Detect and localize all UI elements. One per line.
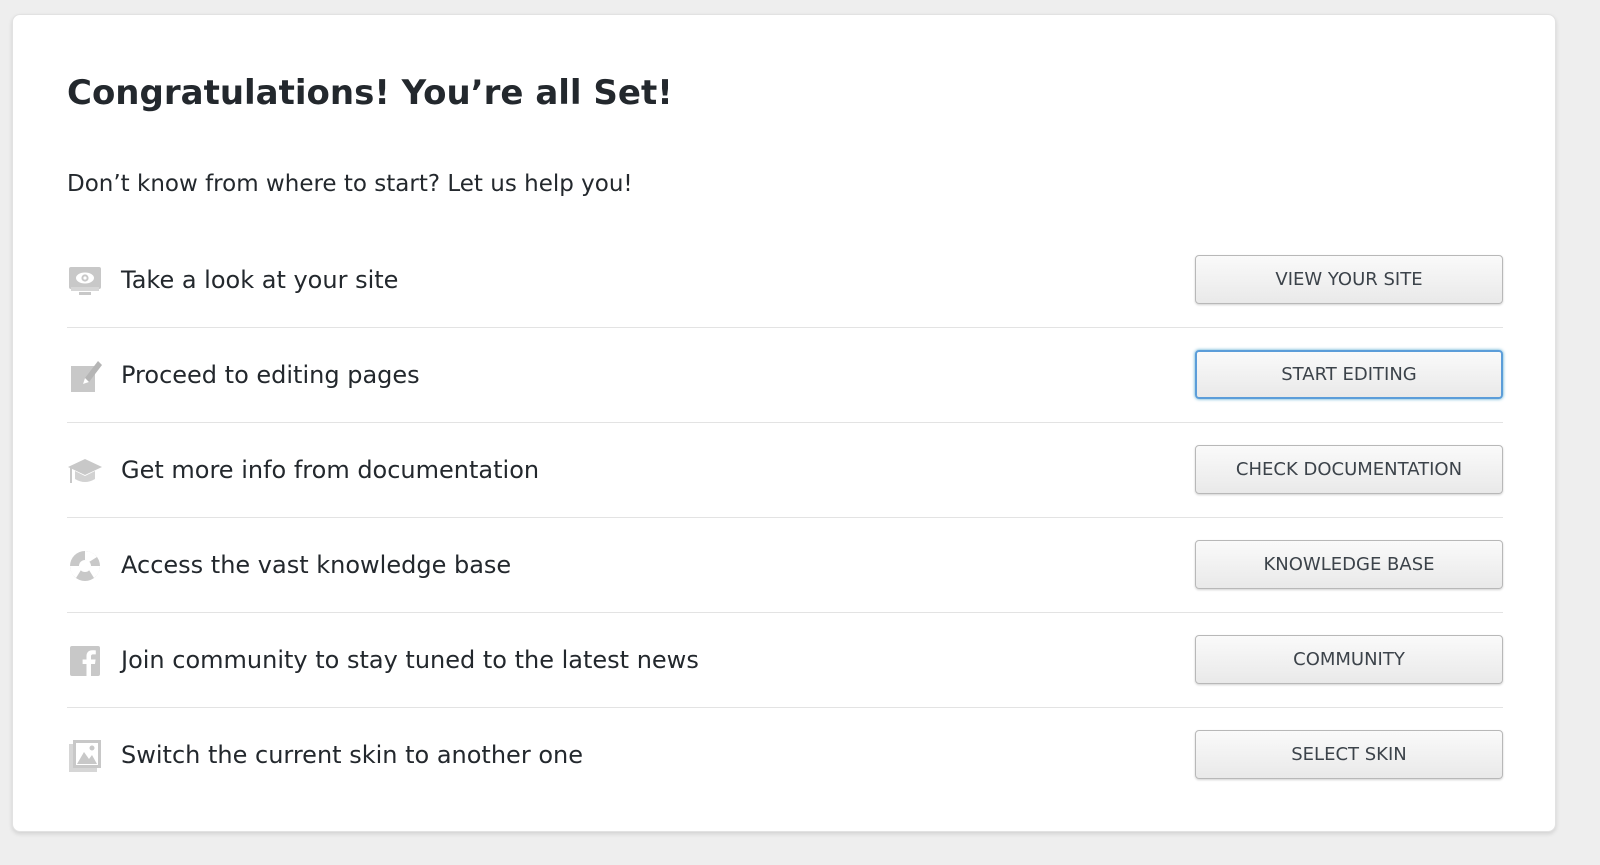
action-row-start-editing: Proceed to editing pages START EDITING — [67, 328, 1503, 423]
monitor-eye-icon — [67, 263, 103, 299]
image-icon — [67, 738, 103, 774]
action-row-documentation: Get more info from documentation CHECK D… — [67, 423, 1503, 518]
facebook-icon — [67, 643, 103, 679]
action-label: Join community to stay tuned to the late… — [121, 646, 699, 674]
action-label: Get more info from documentation — [121, 456, 540, 484]
check-documentation-button[interactable]: CHECK DOCUMENTATION — [1195, 445, 1503, 494]
community-button[interactable]: COMMUNITY — [1195, 635, 1503, 684]
start-editing-button[interactable]: START EDITING — [1195, 350, 1503, 399]
action-row-view-site: Take a look at your site VIEW YOUR SITE — [67, 233, 1503, 328]
edit-icon — [67, 358, 103, 394]
graduation-cap-icon — [67, 453, 103, 489]
page-title: Congratulations! You’re all Set! — [67, 73, 673, 113]
action-row-community: Join community to stay tuned to the late… — [67, 613, 1503, 708]
select-skin-button[interactable]: SELECT SKIN — [1195, 730, 1503, 779]
view-your-site-button[interactable]: VIEW YOUR SITE — [1195, 255, 1503, 304]
action-label: Proceed to editing pages — [121, 361, 420, 389]
action-label: Access the vast knowledge base — [121, 551, 512, 579]
setup-complete-panel: Congratulations! You’re all Set! Don’t k… — [12, 14, 1556, 832]
page-subtitle: Don’t know from where to start? Let us h… — [67, 171, 633, 197]
knowledge-base-button[interactable]: KNOWLEDGE BASE — [1195, 540, 1503, 589]
action-row-knowledge-base: Access the vast knowledge base KNOWLEDGE… — [67, 518, 1503, 613]
lifebuoy-icon — [67, 548, 103, 584]
action-label: Switch the current skin to another one — [121, 741, 583, 769]
action-label: Take a look at your site — [121, 266, 399, 294]
action-row-select-skin: Switch the current skin to another one S… — [67, 708, 1503, 803]
action-list: Take a look at your site VIEW YOUR SITE … — [67, 233, 1503, 803]
